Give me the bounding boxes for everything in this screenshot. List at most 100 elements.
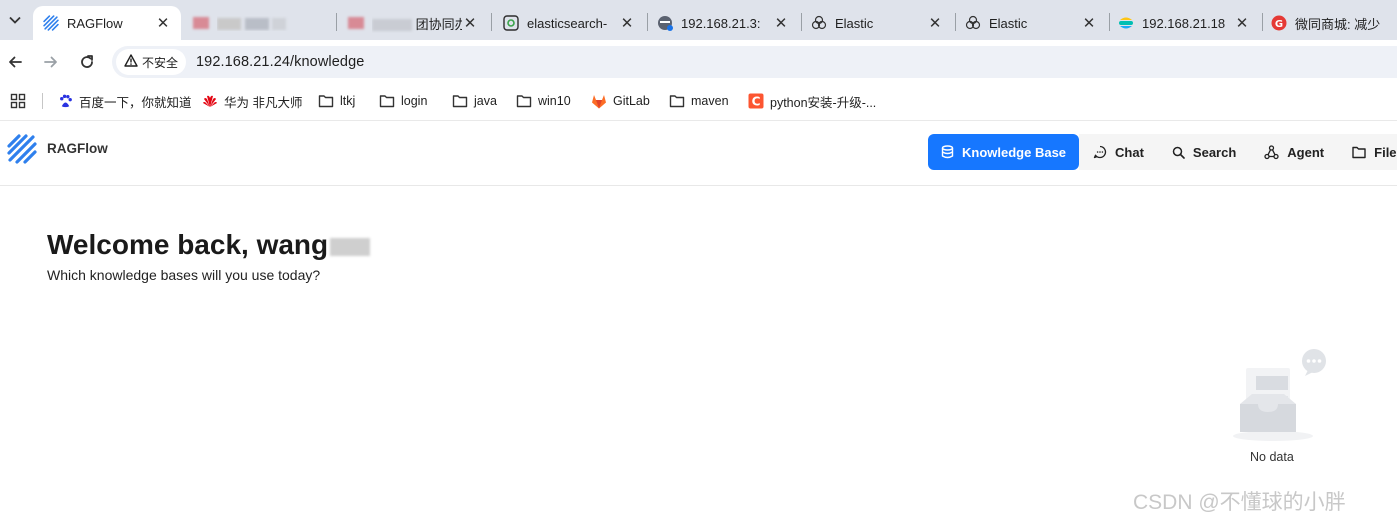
bookmark-folder-ltkj[interactable]: ltkj [318, 92, 355, 110]
nav-label: File M [1374, 144, 1397, 160]
browser-tab-elastic[interactable]: Elastic ✕ [801, 6, 953, 40]
browser-tab-ragflow[interactable]: RAGFlow ✕ [33, 6, 181, 40]
tab-title: Elastic [835, 15, 874, 31]
folder-icon [452, 93, 468, 109]
elastic-server-icon [657, 15, 673, 31]
bookmark-label: python安装-升级-... [770, 95, 877, 110]
bookmark-label: GitLab [613, 94, 650, 108]
security-label: 不安全 [142, 55, 179, 70]
nav-label: Knowledge Base [962, 144, 1067, 160]
close-icon[interactable]: ✕ [462, 14, 478, 32]
close-icon[interactable]: ✕ [773, 14, 789, 32]
bookmark-python[interactable]: C python安装-升级-... [748, 92, 876, 110]
bookmark-folder-login[interactable]: login [379, 92, 427, 110]
address-bar[interactable]: 不安全 192.168.21.24/knowledge [112, 46, 1397, 78]
elastic-flower-icon [965, 15, 981, 31]
elastic-logo-icon [1118, 15, 1134, 31]
browser-tab-192-168-21-3[interactable]: 192.168.21.3: ✕ [647, 6, 799, 40]
tab-title [217, 16, 335, 31]
browser-tab-elastic-2[interactable]: Elastic ✕ [955, 6, 1107, 40]
close-icon[interactable]: ✕ [1081, 14, 1097, 32]
forward-arrow-icon[interactable] [39, 50, 63, 74]
nav-label: Agent [1287, 144, 1325, 160]
close-icon[interactable]: ✕ [155, 14, 171, 32]
apps-grid-icon[interactable] [10, 93, 26, 109]
agent-graph-icon [1264, 144, 1279, 160]
tab-title: Elastic [989, 15, 1028, 31]
welcome-subtitle: Which knowledge bases will you use today… [47, 267, 321, 283]
nav-knowledge-base[interactable]: Knowledge Base [928, 134, 1080, 170]
bookmark-label: win10 [538, 94, 571, 108]
nav-label: Search [1192, 144, 1237, 160]
nav-file-management[interactable]: File M [1338, 134, 1397, 170]
reload-icon[interactable] [75, 50, 99, 74]
bookmark-folder-java[interactable]: java [452, 92, 497, 110]
warning-triangle-icon [124, 54, 138, 70]
tab-title: 微同商城: 减少 [1295, 16, 1381, 32]
blurred-icon [193, 15, 209, 31]
browser-tab-192-168-21-18[interactable]: 192.168.21.18 ✕ [1108, 6, 1260, 40]
baidu-paw-icon [57, 93, 73, 109]
chat-bubble-icon [1093, 145, 1107, 159]
elastic-flower-icon [811, 15, 827, 31]
bookmarks-bar: 百度一下，你就知道 华为 非凡大师 ltkj login java win10 [0, 84, 1397, 118]
browser-tab-blurred-2[interactable]: 团协同办 ✕ [338, 6, 488, 40]
folder-icon [1352, 146, 1366, 159]
empty-state-illustration [1228, 348, 1332, 444]
bookmark-label: login [401, 94, 428, 108]
tab-separator [491, 13, 492, 31]
close-icon[interactable]: ✕ [927, 14, 943, 32]
tab-title: 192.168.21.18 [1142, 15, 1226, 31]
csdn-c-icon: C [748, 93, 764, 109]
security-indicator[interactable]: 不安全 [116, 49, 187, 75]
search-icon [1172, 146, 1185, 159]
browser-tab-blurred[interactable] [183, 6, 335, 40]
tab-separator [336, 13, 337, 31]
svg-text:C: C [752, 95, 761, 109]
close-icon[interactable]: ✕ [619, 14, 635, 32]
gitlab-icon [591, 93, 607, 109]
browser-tab-strip: RAGFlow ✕ 团协同办 ✕ elasticsearch- ✕ 192.16… [0, 0, 1397, 40]
folder-icon [318, 93, 334, 109]
tab-title: 192.168.21.3: [681, 15, 761, 31]
main-nav: Knowledge Base Chat Search Agent File [928, 134, 1397, 170]
folder-icon [669, 93, 685, 109]
tab-title: 团协同办 [372, 14, 462, 33]
folder-icon [379, 93, 395, 109]
svg-text:G: G [1275, 19, 1283, 30]
ragflow-logo-icon [43, 15, 59, 31]
browser-tab-elasticsearch[interactable]: elasticsearch- ✕ [493, 6, 645, 40]
ragflow-logo-icon[interactable] [7, 134, 37, 164]
bookmarks-divider [42, 93, 43, 109]
tab-title: RAGFlow [67, 15, 123, 31]
close-icon[interactable]: ✕ [1234, 14, 1250, 32]
nav-chat[interactable]: Chat [1079, 134, 1158, 170]
database-icon [941, 145, 954, 159]
url-text[interactable]: 192.168.21.24/knowledge [196, 54, 364, 70]
bookmark-folder-maven[interactable]: maven [669, 92, 729, 110]
nav-label: Chat [1115, 144, 1144, 160]
bookmark-baidu[interactable]: 百度一下，你就知道 [57, 92, 192, 110]
welcome-heading: Welcome back, wang [47, 229, 371, 261]
bookmark-label: 百度一下，你就知道 [79, 95, 192, 110]
bookmark-label: ltkj [340, 94, 356, 108]
bookmark-gitlab[interactable]: GitLab [591, 92, 650, 110]
tab-title: elasticsearch- [527, 15, 608, 31]
nav-agent[interactable]: Agent [1250, 134, 1338, 170]
app-header: RAGFlow Knowledge Base Chat Search Agent… [0, 120, 1397, 186]
nav-group: Chat Search Agent File M [1079, 134, 1397, 170]
csdn-watermark: CSDN @不懂球的小胖 [1133, 491, 1346, 514]
nav-search[interactable]: Search [1158, 134, 1250, 170]
no-data-text: No data [1250, 450, 1294, 464]
bookmark-folder-win10[interactable]: win10 [516, 92, 571, 110]
browser-toolbar: 不安全 192.168.21.24/knowledge [0, 40, 1397, 84]
folder-icon [516, 93, 532, 109]
bookmark-huawei[interactable]: 华为 非凡大师 [202, 92, 302, 110]
bookmark-label: maven [691, 94, 729, 108]
tab-search-chevron-icon[interactable] [4, 8, 26, 32]
brand-name[interactable]: RAGFlow [47, 141, 108, 156]
bookmark-label: 华为 非凡大师 [224, 95, 303, 110]
back-arrow-icon[interactable] [3, 50, 27, 74]
browser-tab-weitong-mall[interactable]: G 微同商城: 减少 [1261, 6, 1397, 40]
g-logo-icon: G [1271, 15, 1287, 31]
